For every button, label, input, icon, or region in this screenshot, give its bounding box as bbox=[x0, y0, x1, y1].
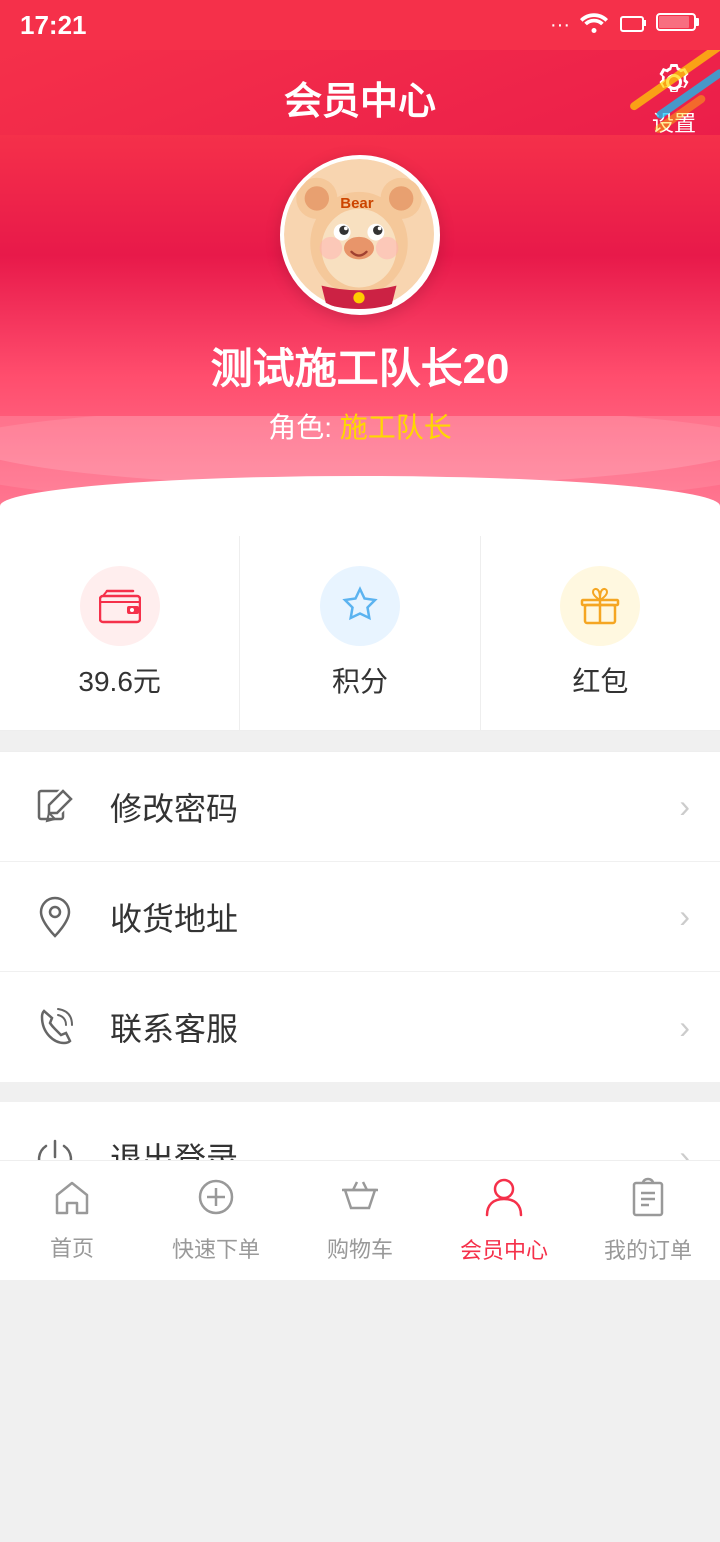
location-icon bbox=[30, 892, 80, 942]
nav-quick-order[interactable]: 快速下单 bbox=[144, 1161, 288, 1280]
star-icon bbox=[320, 566, 400, 646]
address-text: 收货地址 bbox=[110, 894, 679, 940]
spacer bbox=[0, 1412, 720, 1542]
chevron-right-icon: › bbox=[679, 1009, 690, 1046]
nav-orders[interactable]: 我的订单 bbox=[576, 1161, 720, 1280]
status-bar: 17:21 ··· bbox=[0, 0, 720, 50]
plus-circle-icon bbox=[197, 1178, 235, 1226]
chevron-right-icon: › bbox=[679, 788, 690, 825]
wallet-amount: 39.6元 bbox=[78, 660, 161, 700]
signal-icon: ··· bbox=[550, 14, 570, 37]
nav-cart-label: 购物车 bbox=[327, 1232, 393, 1264]
edit-icon bbox=[30, 782, 80, 832]
menu-item-address[interactable]: 收货地址 › bbox=[0, 862, 720, 972]
change-password-text: 修改密码 bbox=[110, 784, 679, 830]
nav-orders-label: 我的订单 bbox=[604, 1233, 692, 1265]
home-icon bbox=[53, 1179, 91, 1225]
menu-section: 修改密码 › 收货地址 › 联系客服 › bbox=[0, 751, 720, 1082]
chevron-right-icon: › bbox=[679, 898, 690, 935]
stats-row: 39.6元 积分 红包 bbox=[0, 536, 720, 731]
nav-cart[interactable]: 购物车 bbox=[288, 1161, 432, 1280]
menu-item-change-password[interactable]: 修改密码 › bbox=[0, 752, 720, 862]
section-separator bbox=[0, 1082, 720, 1102]
nav-member[interactable]: 会员中心 bbox=[432, 1161, 576, 1280]
nav-home[interactable]: 首页 bbox=[0, 1161, 144, 1280]
stat-points[interactable]: 积分 bbox=[240, 536, 480, 730]
avatar: Bear bbox=[280, 155, 440, 315]
header-decoration bbox=[560, 50, 720, 150]
role-row: 角色: 施工队长 bbox=[268, 406, 452, 446]
menu-item-contact[interactable]: 联系客服 › bbox=[0, 972, 720, 1082]
page-title: 会员中心 bbox=[284, 70, 436, 125]
wifi-icon bbox=[580, 11, 608, 39]
gift-icon bbox=[560, 566, 640, 646]
points-label: 积分 bbox=[332, 660, 388, 700]
stat-coupon[interactable]: 红包 bbox=[481, 536, 720, 730]
avatar-image: Bear bbox=[284, 159, 434, 309]
coupon-label: 红包 bbox=[572, 660, 628, 700]
battery-icon bbox=[656, 11, 700, 39]
nav-home-label: 首页 bbox=[50, 1231, 94, 1263]
stat-wallet[interactable]: 39.6元 bbox=[0, 536, 240, 730]
role-value: 施工队长 bbox=[340, 412, 452, 443]
header: 会员中心 设置 bbox=[0, 50, 720, 536]
clipboard-icon bbox=[631, 1177, 665, 1227]
profile-section: Bear 测试施工队长20 角色: 施工队长 bbox=[0, 135, 720, 536]
svg-text:Bear: Bear bbox=[340, 195, 374, 212]
nav-member-label: 会员中心 bbox=[460, 1233, 548, 1265]
contact-text: 联系客服 bbox=[110, 1004, 679, 1050]
status-icons: ··· bbox=[550, 11, 700, 39]
shopping-basket-icon bbox=[341, 1178, 379, 1226]
close-icon bbox=[618, 11, 646, 39]
bottom-nav: 首页 快速下单 购物车 会员 bbox=[0, 1160, 720, 1280]
phone-icon bbox=[30, 1002, 80, 1052]
status-time: 17:21 bbox=[20, 10, 87, 41]
nav-quick-order-label: 快速下单 bbox=[172, 1232, 260, 1264]
role-prefix: 角色: bbox=[268, 412, 332, 443]
username: 测试施工队长20 bbox=[211, 335, 510, 396]
wallet-icon bbox=[80, 566, 160, 646]
person-icon bbox=[485, 1177, 523, 1227]
